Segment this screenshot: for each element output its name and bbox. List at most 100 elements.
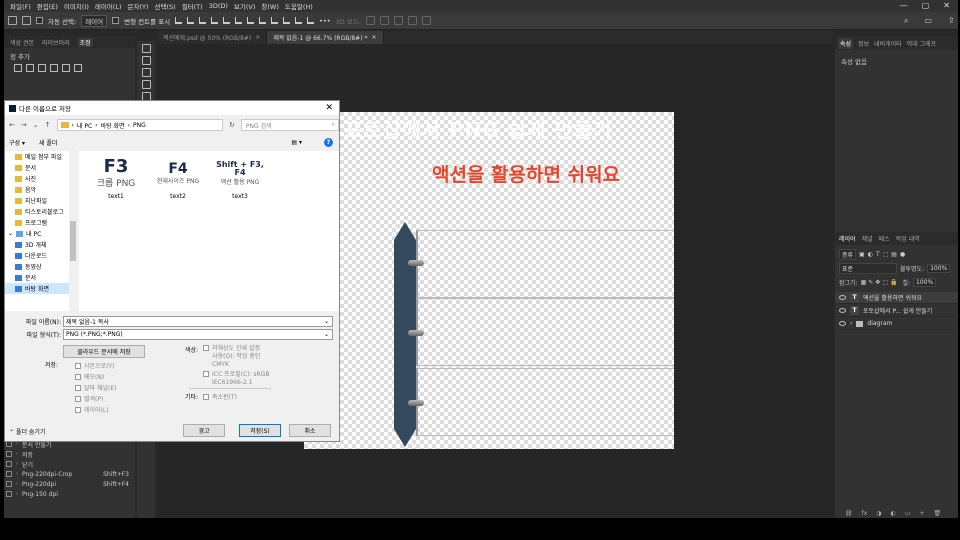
move-tool-icon[interactable]	[22, 16, 31, 25]
tab-adjustments[interactable]: 조정	[77, 37, 93, 47]
layer-kind-filter[interactable]: 종류	[839, 249, 857, 260]
save-option-checkbox[interactable]	[75, 406, 81, 413]
thumbnail-checkbox[interactable]	[203, 393, 209, 400]
panel-tab[interactable]: 정보	[858, 39, 869, 48]
menu-item[interactable]: 편집(E)	[37, 1, 58, 11]
recent-icon[interactable]: ⌄	[33, 121, 39, 129]
filetype-select[interactable]: PNG (*.PNG;*.PNG) ⌄	[63, 328, 333, 340]
maximize-icon[interactable]: ▢	[922, 1, 930, 10]
nav-tree-item[interactable]: ⌄ 내 PC	[5, 228, 77, 239]
save-option-checkbox[interactable]	[75, 384, 81, 391]
filename-input[interactable]: 제목 없음-1 복사 ⌄	[63, 315, 333, 327]
menu-item[interactable]: 도움말(H)	[285, 1, 313, 11]
menu-item[interactable]: 선택(S)	[155, 1, 176, 11]
menu-item[interactable]: 보기(V)	[234, 1, 255, 11]
align-buttons[interactable]	[175, 17, 243, 24]
new-folder-button[interactable]: 새 폴더	[39, 138, 57, 147]
3d-scale-icon[interactable]	[422, 16, 432, 25]
action-toggle-icon[interactable]	[6, 491, 12, 497]
home-icon[interactable]	[8, 16, 17, 25]
expand-arrow-icon[interactable]: ›	[16, 451, 18, 457]
3d-slide-icon[interactable]	[408, 16, 418, 25]
search-input[interactable]: PNG 검색 ⌕	[240, 119, 339, 131]
layers-panel-tab[interactable]: 채널	[862, 234, 873, 243]
cancel-button[interactable]: 취소	[289, 424, 331, 437]
menu-item[interactable]: 3D(D)	[209, 2, 228, 10]
proof-checkbox[interactable]	[203, 345, 209, 351]
breadcrumb-png[interactable]: PNG	[133, 122, 146, 129]
quick-select-tool-icon[interactable]	[141, 80, 151, 89]
action-item[interactable]: › 저장	[4, 449, 135, 459]
help-icon[interactable]: ?	[324, 137, 333, 147]
nav-tree-item[interactable]: 티스토리블로그	[5, 206, 77, 217]
menu-item[interactable]: 문자(Y)	[128, 1, 149, 11]
action-item[interactable]: › Png-220dpi Shift+F4	[4, 479, 135, 489]
workspace-icon[interactable]: ▭	[924, 16, 932, 26]
layers-panel-tab[interactable]: 패스	[879, 234, 890, 243]
up-icon[interactable]: ↑	[45, 121, 51, 129]
expand-arrow-icon[interactable]: ›	[16, 491, 18, 497]
tab-close-icon[interactable]: ×	[255, 34, 260, 41]
nav-tree-item[interactable]: 지난파일	[5, 195, 77, 206]
action-toggle-icon[interactable]	[6, 451, 12, 457]
layer-row[interactable]: › diagram	[835, 318, 958, 330]
panel-tab[interactable]: 막대 그래프	[907, 39, 937, 48]
auto-select-checkbox[interactable]	[36, 17, 43, 24]
expand-arrow-icon[interactable]: ›	[16, 481, 18, 487]
filter-icons[interactable]: ▣◐T⬚▤●	[859, 251, 908, 258]
expand-arrow-icon[interactable]: ›	[850, 320, 852, 327]
file-item[interactable]: F3 크롭 PNG text1	[89, 155, 143, 200]
marquee-tool-icon[interactable]	[141, 56, 151, 65]
forward-icon[interactable]: →	[21, 121, 27, 129]
visibility-eye-icon[interactable]	[839, 295, 846, 300]
minimize-icon[interactable]: —	[900, 1, 908, 10]
nav-tree-item[interactable]: 동영상	[5, 261, 77, 272]
nav-tree-item[interactable]: 메일 첨부 파일	[5, 151, 77, 162]
save-option-checkbox[interactable]	[75, 362, 81, 369]
tab-close-icon[interactable]: ×	[371, 34, 376, 41]
file-item[interactable]: Shift + F3, F4 액션 활용 PNG text3	[213, 155, 267, 200]
document-tab[interactable]: 액션예제.psd @ 50% (RGB/8#) ×	[157, 31, 268, 44]
layer-row[interactable]: T 포토샵에서 P... 쉽게 만들기	[835, 305, 958, 317]
auto-select-dropdown[interactable]: 레이어	[81, 14, 108, 27]
back-icon[interactable]: ←	[9, 121, 15, 129]
blend-mode-dropdown[interactable]: 표준	[839, 263, 897, 274]
save-button[interactable]: 저장(S)	[239, 424, 281, 437]
layers-footer-icons[interactable]: ⛓ fx ◑ ◐ ▭ + 🗑	[845, 510, 941, 517]
view-options-icon[interactable]: ▤ ▾	[291, 139, 302, 146]
action-toggle-icon[interactable]	[6, 481, 12, 487]
menu-item[interactable]: 파일(F)	[10, 1, 31, 11]
nav-tree-item[interactable]: 다운로드	[5, 250, 77, 261]
menu-item[interactable]: 레이어(L)	[95, 1, 122, 11]
menu-item[interactable]: 필터(T)	[182, 1, 203, 11]
action-toggle-icon[interactable]	[6, 461, 12, 467]
hide-folders-toggle[interactable]: ⌃ 폴더 숨기기	[9, 427, 45, 436]
panel-tab[interactable]: 내비게이터	[874, 39, 902, 48]
tab-swatches[interactable]: 색상 견본	[10, 38, 34, 47]
refresh-icon[interactable]: ↻	[229, 121, 235, 129]
nav-tree-item[interactable]: 3D 개체	[5, 239, 77, 250]
panel-tab[interactable]: 속성	[838, 37, 854, 49]
layers-panel-tab[interactable]: 작업 내역	[896, 234, 920, 243]
visibility-eye-icon[interactable]	[839, 308, 846, 313]
visibility-eye-icon[interactable]	[839, 321, 846, 326]
layers-panel-tab[interactable]: 레이어	[839, 234, 856, 243]
save-option-checkbox[interactable]	[75, 373, 81, 380]
share-icon[interactable]: ⇪	[948, 16, 955, 26]
icc-checkbox[interactable]	[203, 371, 209, 377]
action-item[interactable]: › Png-150 dpi	[4, 489, 135, 499]
chevron-down-icon[interactable]: ⌄	[8, 230, 13, 237]
nav-scrollbar[interactable]	[69, 151, 77, 311]
adjustment-icons[interactable]	[14, 64, 82, 72]
action-item[interactable]: › Png-220dpi-Crop Shift+F3	[4, 469, 135, 479]
organize-button[interactable]: 구성 ▾	[9, 138, 25, 147]
lock-icons[interactable]: ▦✎✥⬚🔒	[861, 279, 900, 286]
more-options-icon[interactable]: •••	[319, 17, 331, 25]
nav-tree-item[interactable]: 바탕 화면	[5, 283, 77, 294]
nav-tree-item[interactable]: 문서	[5, 272, 77, 283]
save-to-cloud-button[interactable]: 클라우드 문서에 저장	[63, 345, 145, 358]
transform-controls-checkbox[interactable]	[112, 17, 120, 24]
lasso-tool-icon[interactable]	[141, 68, 151, 77]
dialog-close-icon[interactable]: ✕	[325, 103, 333, 113]
menu-item[interactable]: 이미지(I)	[64, 1, 89, 11]
